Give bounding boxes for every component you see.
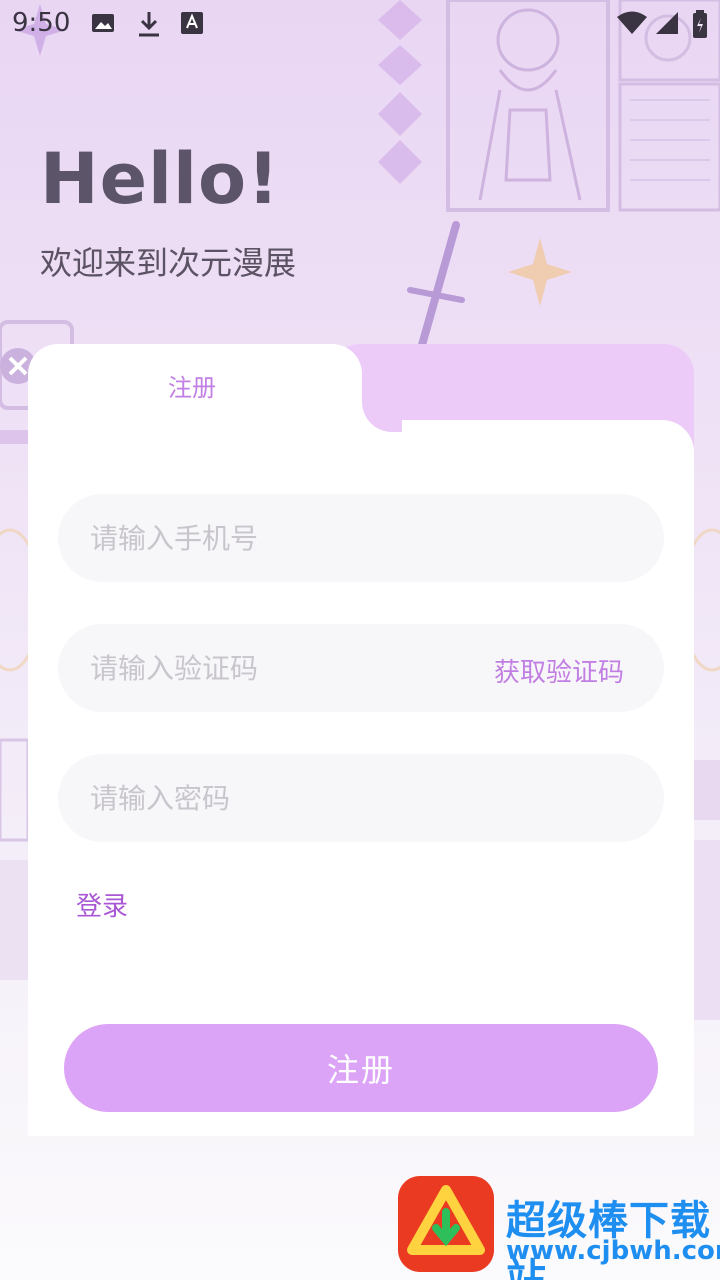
battery-icon [693,10,707,38]
font-icon [181,12,203,34]
welcome-subtitle: 欢迎来到次元漫展 [40,244,297,282]
tab-notch [362,392,402,432]
diamond-decoration [378,140,422,184]
tab-register[interactable] [28,344,362,464]
watermark-logo-icon [398,1176,494,1272]
register-button[interactable]: 注册 [64,1024,658,1112]
download-icon [139,12,159,37]
wifi-icon [617,11,647,34]
status-time: 9:50 [12,8,71,38]
login-link[interactable]: 登录 [76,886,128,923]
tab-register-label: 注册 [168,374,216,402]
status-bar: 9:50 [0,0,720,52]
sparkle-icon [508,238,572,306]
diamond-decoration [378,92,422,136]
hello-title: Hello! [40,138,281,220]
watermark-url: www.cjbwh.com [506,1236,720,1266]
phone-input[interactable] [58,494,664,582]
password-input[interactable] [58,754,664,842]
get-code-button[interactable]: 获取验证码 [494,652,624,689]
watermark-title: 超级棒下载站 [506,1198,711,1280]
signal-icon [656,12,678,34]
image-icon [92,14,114,32]
sword-decoration [418,221,460,349]
